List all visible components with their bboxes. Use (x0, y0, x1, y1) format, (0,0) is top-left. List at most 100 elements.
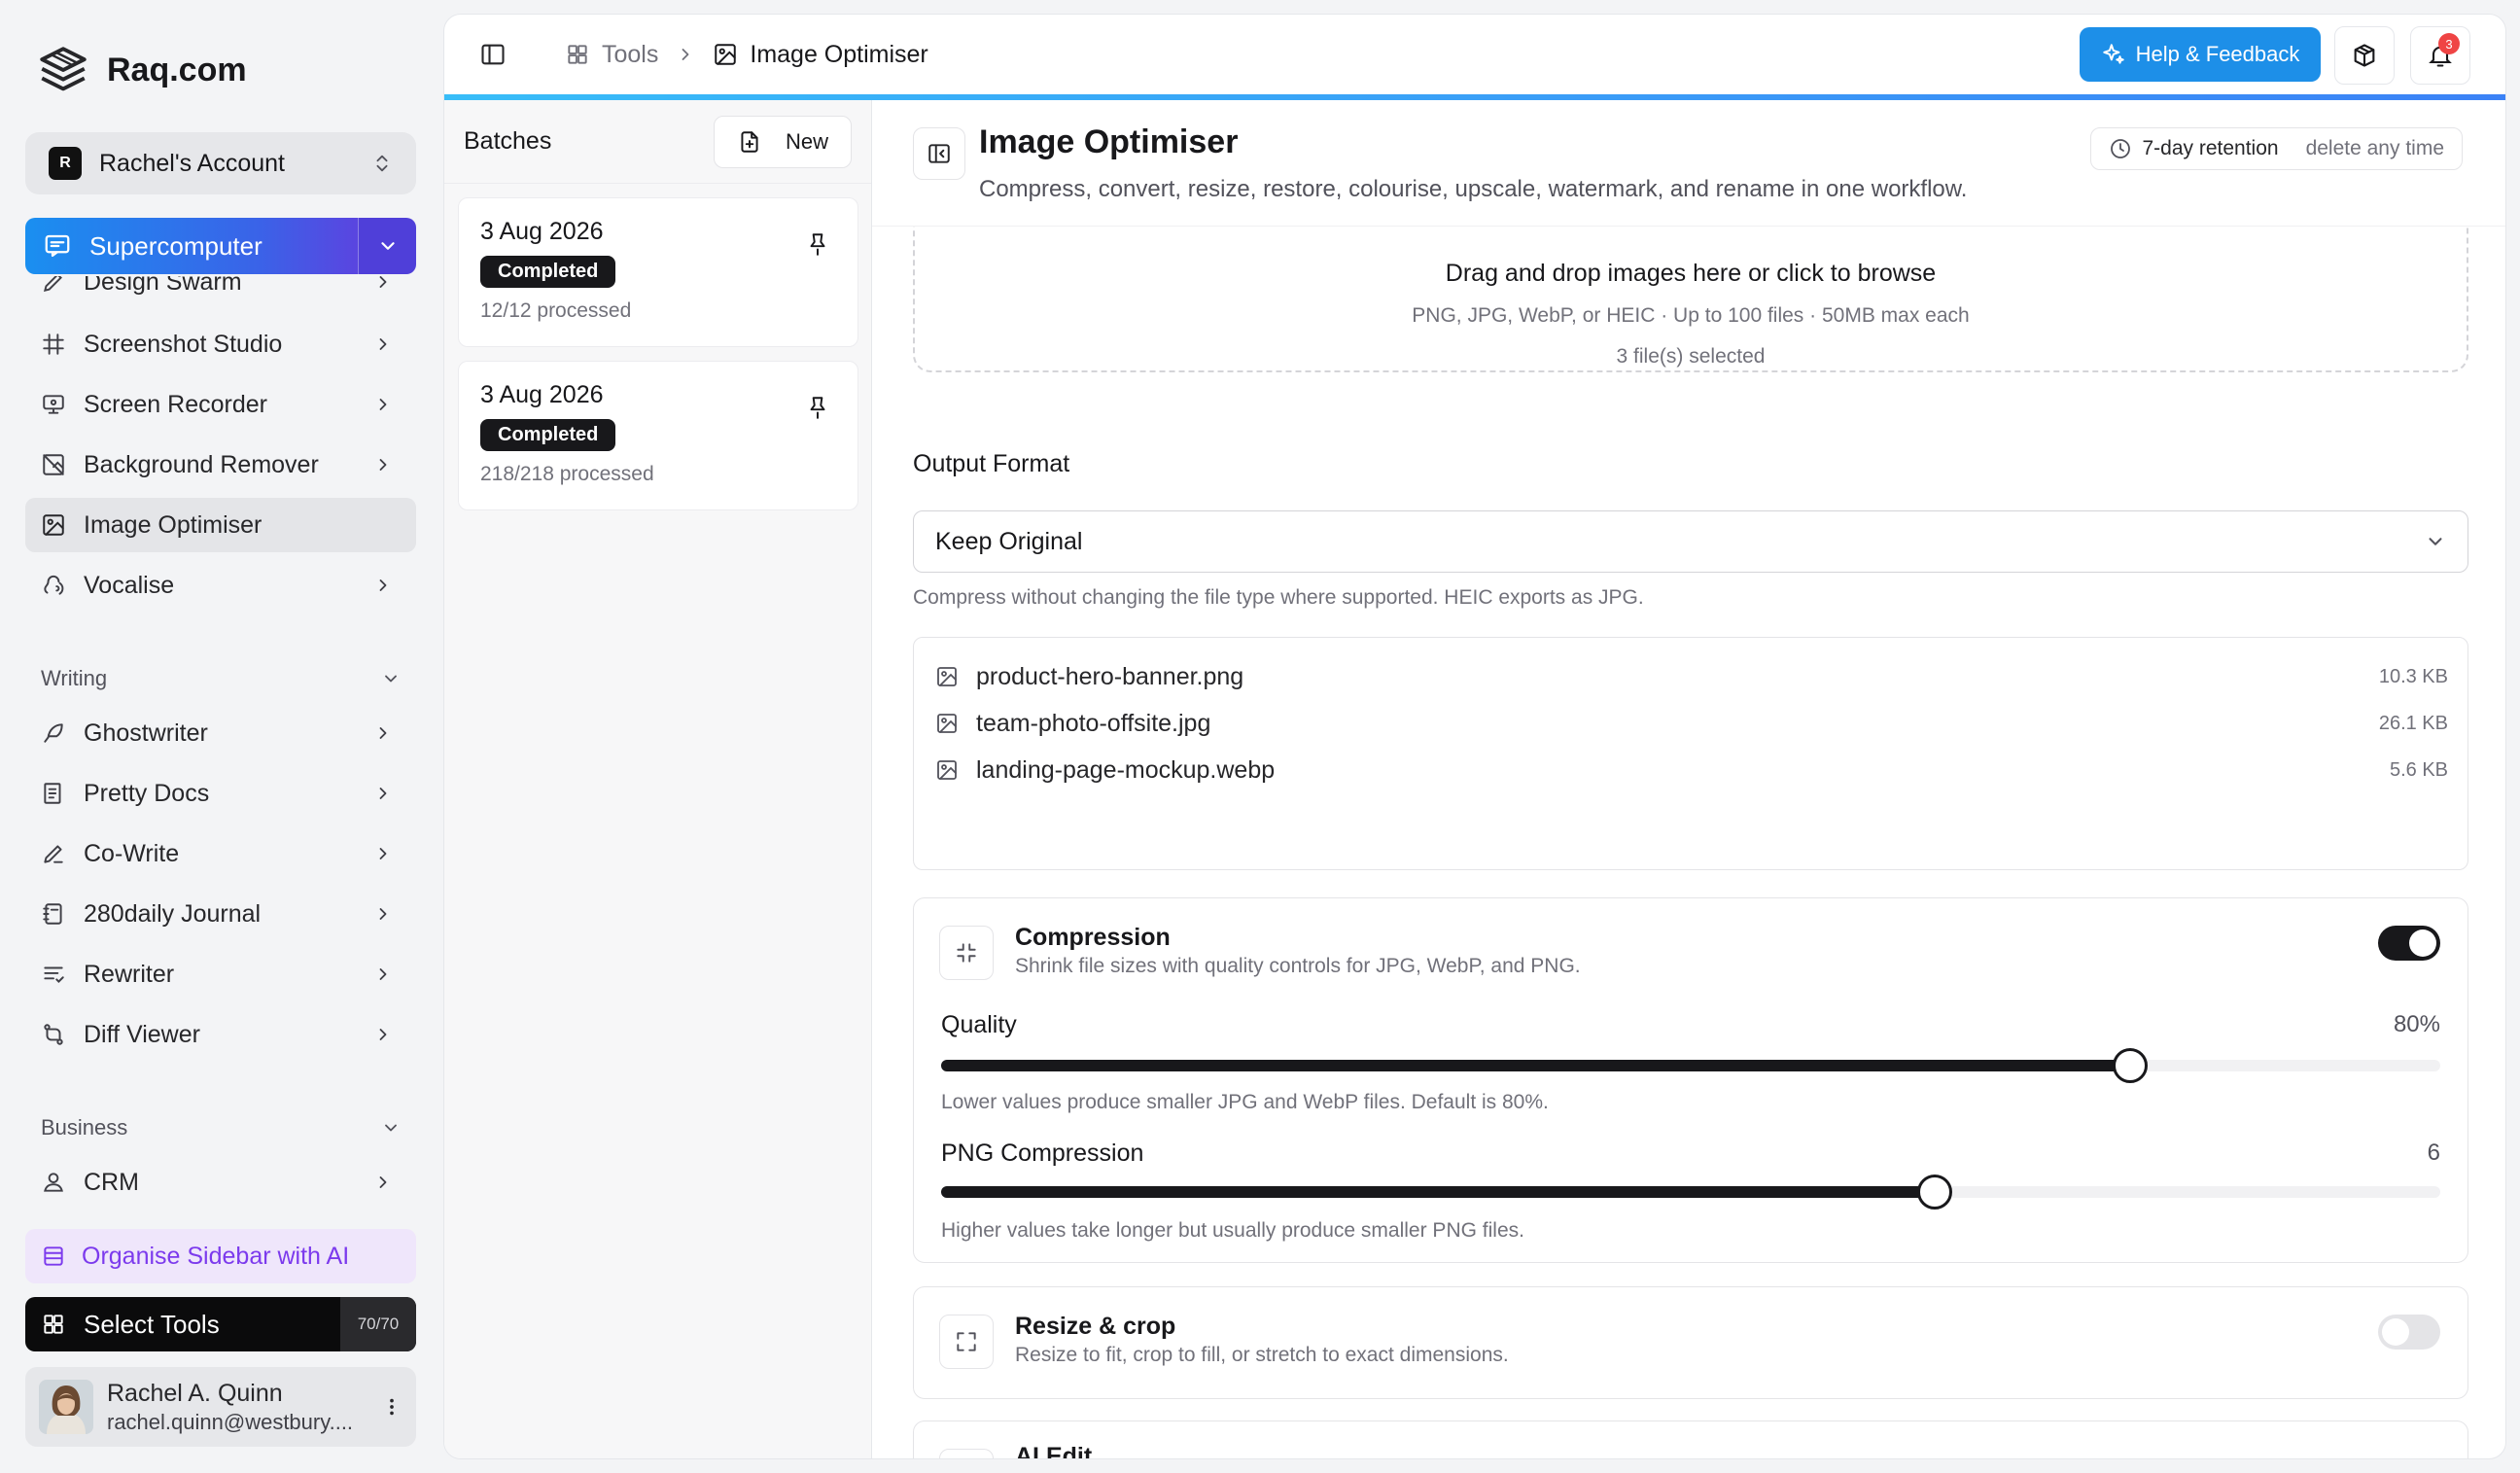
batch-processed: 12/12 processed (480, 299, 632, 322)
batches-header: Batches New (444, 100, 871, 184)
supercomputer-main[interactable]: Supercomputer (25, 218, 358, 274)
quality-slider[interactable] (941, 1048, 2440, 1083)
quality-slider-thumb[interactable] (2112, 1048, 2148, 1083)
chevron-right-icon (373, 455, 393, 474)
file-size: 26.1 KB (2378, 712, 2448, 734)
pin-icon[interactable] (805, 231, 830, 257)
retention-label: 7-day retention (2142, 137, 2279, 159)
retention-badge: 7-day retention delete any time (2090, 127, 2463, 170)
section-business[interactable]: Business (25, 1108, 416, 1147)
batches-panel: Batches New 3 Aug 2026 Completed 12/12 p… (444, 100, 872, 1458)
chevron-right-icon (373, 334, 393, 354)
pen-icon (41, 841, 66, 866)
image-icon (935, 665, 959, 688)
sidebar-item-label: Diff Viewer (84, 1020, 200, 1048)
account-badge: R (49, 147, 82, 180)
sidebar-item-image-optimiser[interactable]: Image Optimiser (25, 498, 416, 552)
sidebar-item-design-swarm[interactable]: Design Swarm (25, 276, 416, 309)
compression-card: Compression Shrink file sizes with quali… (913, 897, 2468, 1263)
batch-card[interactable]: 3 Aug 2026 Completed 12/12 processed (458, 197, 858, 347)
sidebar-item-vocalise[interactable]: Vocalise (25, 558, 416, 613)
user-card[interactable]: Rachel A. Quinn rachel.quinn@westbury...… (25, 1367, 416, 1447)
chevron-right-icon (373, 904, 393, 924)
select-tools-label: Select Tools (84, 1309, 220, 1339)
sidebar-item-crm[interactable]: CRM (25, 1155, 416, 1206)
dropzone-count: 3 file(s) selected (1616, 345, 1766, 368)
batch-card[interactable]: 3 Aug 2026 Completed 218/218 processed (458, 361, 858, 510)
package-icon (2351, 42, 2378, 69)
supercomputer-dropdown[interactable] (358, 218, 416, 274)
chevron-right-icon (373, 395, 393, 414)
nav-list[interactable]: Design Swarm Screenshot Studio Screen Re… (25, 276, 416, 1206)
sidebar-item-pretty-docs[interactable]: Pretty Docs (25, 766, 416, 821)
breadcrumb-current: Image Optimiser (713, 41, 928, 69)
sidebar-item-ghostwriter[interactable]: Ghostwriter (25, 706, 416, 760)
breadcrumb-tools[interactable]: Tools (565, 41, 658, 69)
package-button[interactable] (2334, 26, 2395, 85)
retention-sub: delete any time (2305, 137, 2444, 159)
select-tools-button[interactable]: Select Tools 70/70 (25, 1297, 416, 1351)
list-item[interactable]: team-photo-offsite.jpg 26.1 KB (935, 704, 2448, 743)
compression-toggle[interactable] (2378, 926, 2440, 961)
journal-icon (41, 901, 66, 927)
file-plus-icon (737, 129, 762, 155)
main-panel: Tools Image Optimiser Help & Feedback 3 … (443, 14, 2506, 1459)
sidebar-item-label: Ghostwriter (84, 719, 208, 747)
brand[interactable]: Raq.com (35, 39, 247, 101)
image-icon (935, 712, 959, 735)
sidebar-item-co-write[interactable]: Co-Write (25, 826, 416, 881)
new-batch-button[interactable]: New (714, 115, 852, 168)
ai-edit-icon (939, 1449, 994, 1458)
chevron-right-icon (373, 844, 393, 863)
account-switcher[interactable]: R Rachel's Account (25, 132, 416, 194)
supercomputer-button[interactable]: Supercomputer (25, 218, 416, 274)
dropzone-title: Drag and drop images here or click to br… (1445, 260, 1937, 287)
resize-toggle[interactable] (2378, 1315, 2440, 1350)
status-badge: Completed (480, 419, 616, 451)
design-icon (41, 276, 66, 295)
png-compression-slider[interactable] (941, 1175, 2440, 1210)
help-feedback-button[interactable]: Help & Feedback (2080, 27, 2321, 82)
batch-date: 3 Aug 2026 (480, 218, 604, 245)
sidebar-item-screenshot-studio[interactable]: Screenshot Studio (25, 317, 416, 371)
chevron-down-icon (381, 1118, 401, 1138)
more-vertical-icon[interactable] (381, 1393, 402, 1420)
sidebar-item-screen-recorder[interactable]: Screen Recorder (25, 377, 416, 432)
chevron-down-icon (2425, 531, 2446, 552)
batches-title: Batches (464, 127, 552, 155)
file-size: 10.3 KB (2378, 665, 2448, 687)
list-item[interactable]: landing-page-mockup.webp 5.6 KB (935, 751, 2448, 789)
output-format-helper: Compress without changing the file type … (913, 586, 1644, 609)
quality-help: Lower values produce smaller JPG and Web… (941, 1091, 1549, 1113)
sidebar: Raq.com R Rachel's Account Supercomputer… (0, 0, 443, 1473)
sidebar-item-diff-viewer[interactable]: Diff Viewer (25, 1007, 416, 1062)
toggle-knob (2409, 929, 2436, 957)
collapse-panel-button[interactable] (913, 127, 965, 180)
chevron-right-icon (373, 1173, 393, 1192)
sidebar-item-280daily-journal[interactable]: 280daily Journal (25, 887, 416, 941)
png-slider-thumb[interactable] (1917, 1175, 1953, 1210)
section-writing[interactable]: Writing (25, 659, 416, 698)
list-icon (41, 1244, 66, 1269)
organise-label: Organise Sidebar with AI (82, 1242, 350, 1270)
pin-icon[interactable] (805, 395, 830, 420)
sidebar-toggle-icon[interactable] (479, 41, 507, 68)
grid-icon (565, 42, 590, 67)
sidebar-item-background-remover[interactable]: Background Remover (25, 438, 416, 492)
chat-icon (43, 231, 72, 261)
notifications-button[interactable]: 3 (2410, 26, 2470, 85)
file-name: product-hero-banner.png (976, 662, 1244, 690)
resize-title: Resize & crop (1015, 1313, 1176, 1340)
sidebar-item-label: 280daily Journal (84, 899, 262, 928)
feather-icon (41, 720, 66, 746)
grid-icon (41, 1312, 66, 1337)
sidebar-item-rewriter[interactable]: Rewriter (25, 947, 416, 1001)
sidebar-item-label: Image Optimiser (84, 510, 262, 539)
png-compression-value: 6 (2427, 1140, 2440, 1166)
user-info: Rachel A. Quinn rachel.quinn@westbury...… (107, 1379, 381, 1436)
panel-left-icon (927, 141, 952, 166)
output-format-select[interactable]: Keep Original (913, 510, 2468, 573)
list-item[interactable]: product-hero-banner.png 10.3 KB (935, 657, 2448, 696)
file-size: 5.6 KB (2389, 758, 2448, 781)
organise-sidebar-button[interactable]: Organise Sidebar with AI (25, 1229, 416, 1283)
